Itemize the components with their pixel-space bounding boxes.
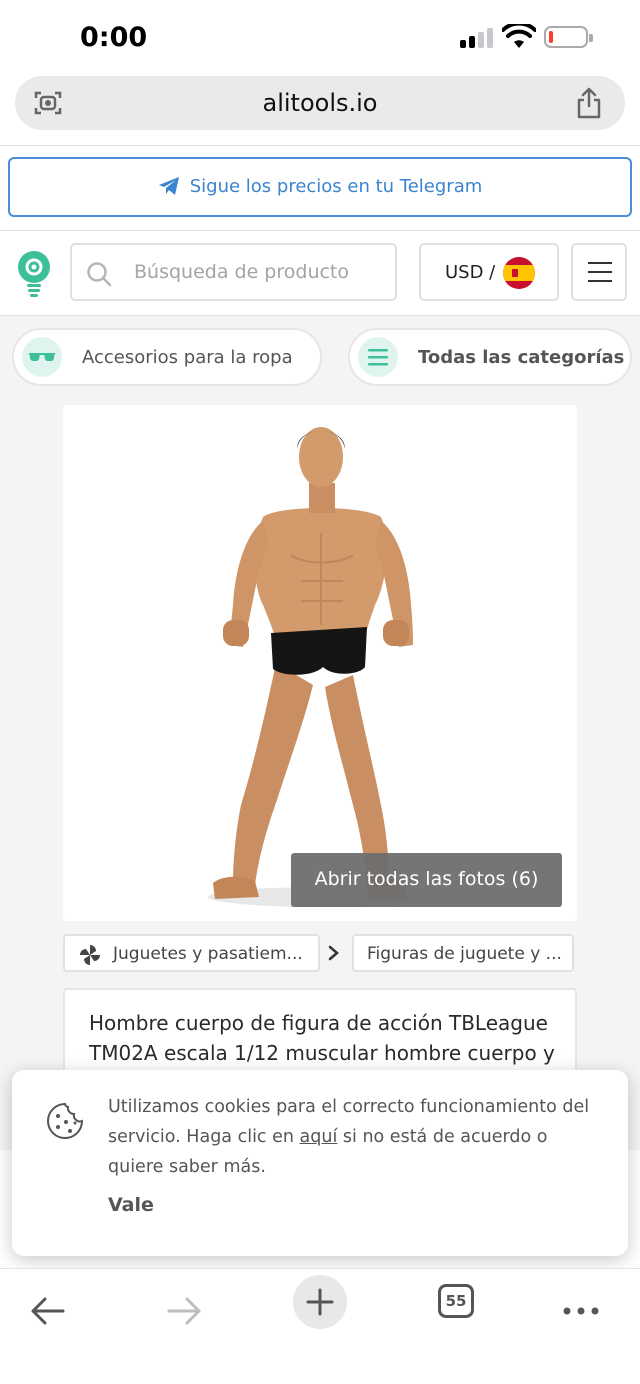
breadcrumb-label: Juguetes y pasatiem... xyxy=(113,944,303,964)
search-input[interactable] xyxy=(134,257,384,287)
status-time: 0:00 xyxy=(80,22,148,53)
telegram-banner-label: Sigue los precios en tu Telegram xyxy=(189,176,483,197)
category-chip-accesorios[interactable]: Accesorios para la ropa xyxy=(12,328,322,386)
more-options-icon[interactable] xyxy=(551,1279,611,1339)
breadcrumb-toys[interactable]: Juguetes y pasatiem... xyxy=(63,934,320,972)
chip-label: Accesorios para la ropa xyxy=(82,347,293,368)
spain-flag-icon xyxy=(503,257,535,289)
telegram-banner[interactable]: Sigue los precios en tu Telegram xyxy=(8,157,632,217)
open-all-photos-button[interactable]: Abrir todas las fotos (6) xyxy=(291,853,562,907)
search-box[interactable] xyxy=(70,243,397,301)
chevron-right-icon xyxy=(328,945,339,961)
divider xyxy=(0,230,640,231)
currency-label: USD / xyxy=(445,262,496,283)
back-arrow-icon[interactable] xyxy=(18,1279,78,1339)
main-content: Accesorios para la ropa Todas las catego… xyxy=(0,316,640,1150)
battery-icon xyxy=(544,26,593,48)
cookie-info-link[interactable]: aquí xyxy=(300,1127,338,1147)
category-chip-todas[interactable]: Todas las categorías xyxy=(348,328,632,386)
breadcrumb-label: Figuras de juguete y ... xyxy=(367,944,562,964)
tabs-button[interactable]: 55 xyxy=(438,1284,474,1318)
alitools-logo-icon[interactable] xyxy=(16,250,52,298)
cookie-banner: Utilizamos cookies para el correcto func… xyxy=(12,1070,628,1256)
plus-icon xyxy=(306,1288,334,1316)
share-icon[interactable] xyxy=(575,86,603,120)
cellular-signal-icon xyxy=(460,28,494,48)
menu-button[interactable] xyxy=(571,243,627,301)
product-image-card[interactable]: Abrir todas las fotos (6) xyxy=(63,405,577,921)
breadcrumb-figures[interactable]: Figuras de juguete y ... xyxy=(352,934,574,972)
hamburger-icon xyxy=(588,262,612,264)
sunglasses-icon xyxy=(29,353,55,362)
divider xyxy=(0,145,640,146)
search-icon xyxy=(87,262,112,287)
address-bar[interactable]: alitools.io xyxy=(15,76,625,130)
list-icon xyxy=(368,349,388,366)
cookie-accept-button[interactable]: Vale xyxy=(108,1194,154,1216)
site-header: USD / xyxy=(0,232,640,316)
product-title: Hombre cuerpo de figura de acción TBLeag… xyxy=(89,1011,555,1065)
product-image xyxy=(208,427,438,907)
wifi-icon xyxy=(502,24,536,48)
chip-label: Todas las categorías xyxy=(418,347,625,368)
new-tab-button[interactable] xyxy=(293,1275,347,1329)
cookie-icon xyxy=(47,1102,84,1139)
currency-selector[interactable]: USD / xyxy=(419,243,559,301)
status-bar: 0:00 xyxy=(0,0,640,76)
forward-arrow-icon[interactable] xyxy=(154,1279,214,1339)
cookie-message: Utilizamos cookies para el correcto func… xyxy=(108,1092,608,1182)
telegram-icon xyxy=(158,177,179,195)
url-text[interactable]: alitools.io xyxy=(15,89,625,117)
browser-toolbar: 55 xyxy=(0,1268,640,1384)
pinwheel-icon xyxy=(80,945,100,965)
